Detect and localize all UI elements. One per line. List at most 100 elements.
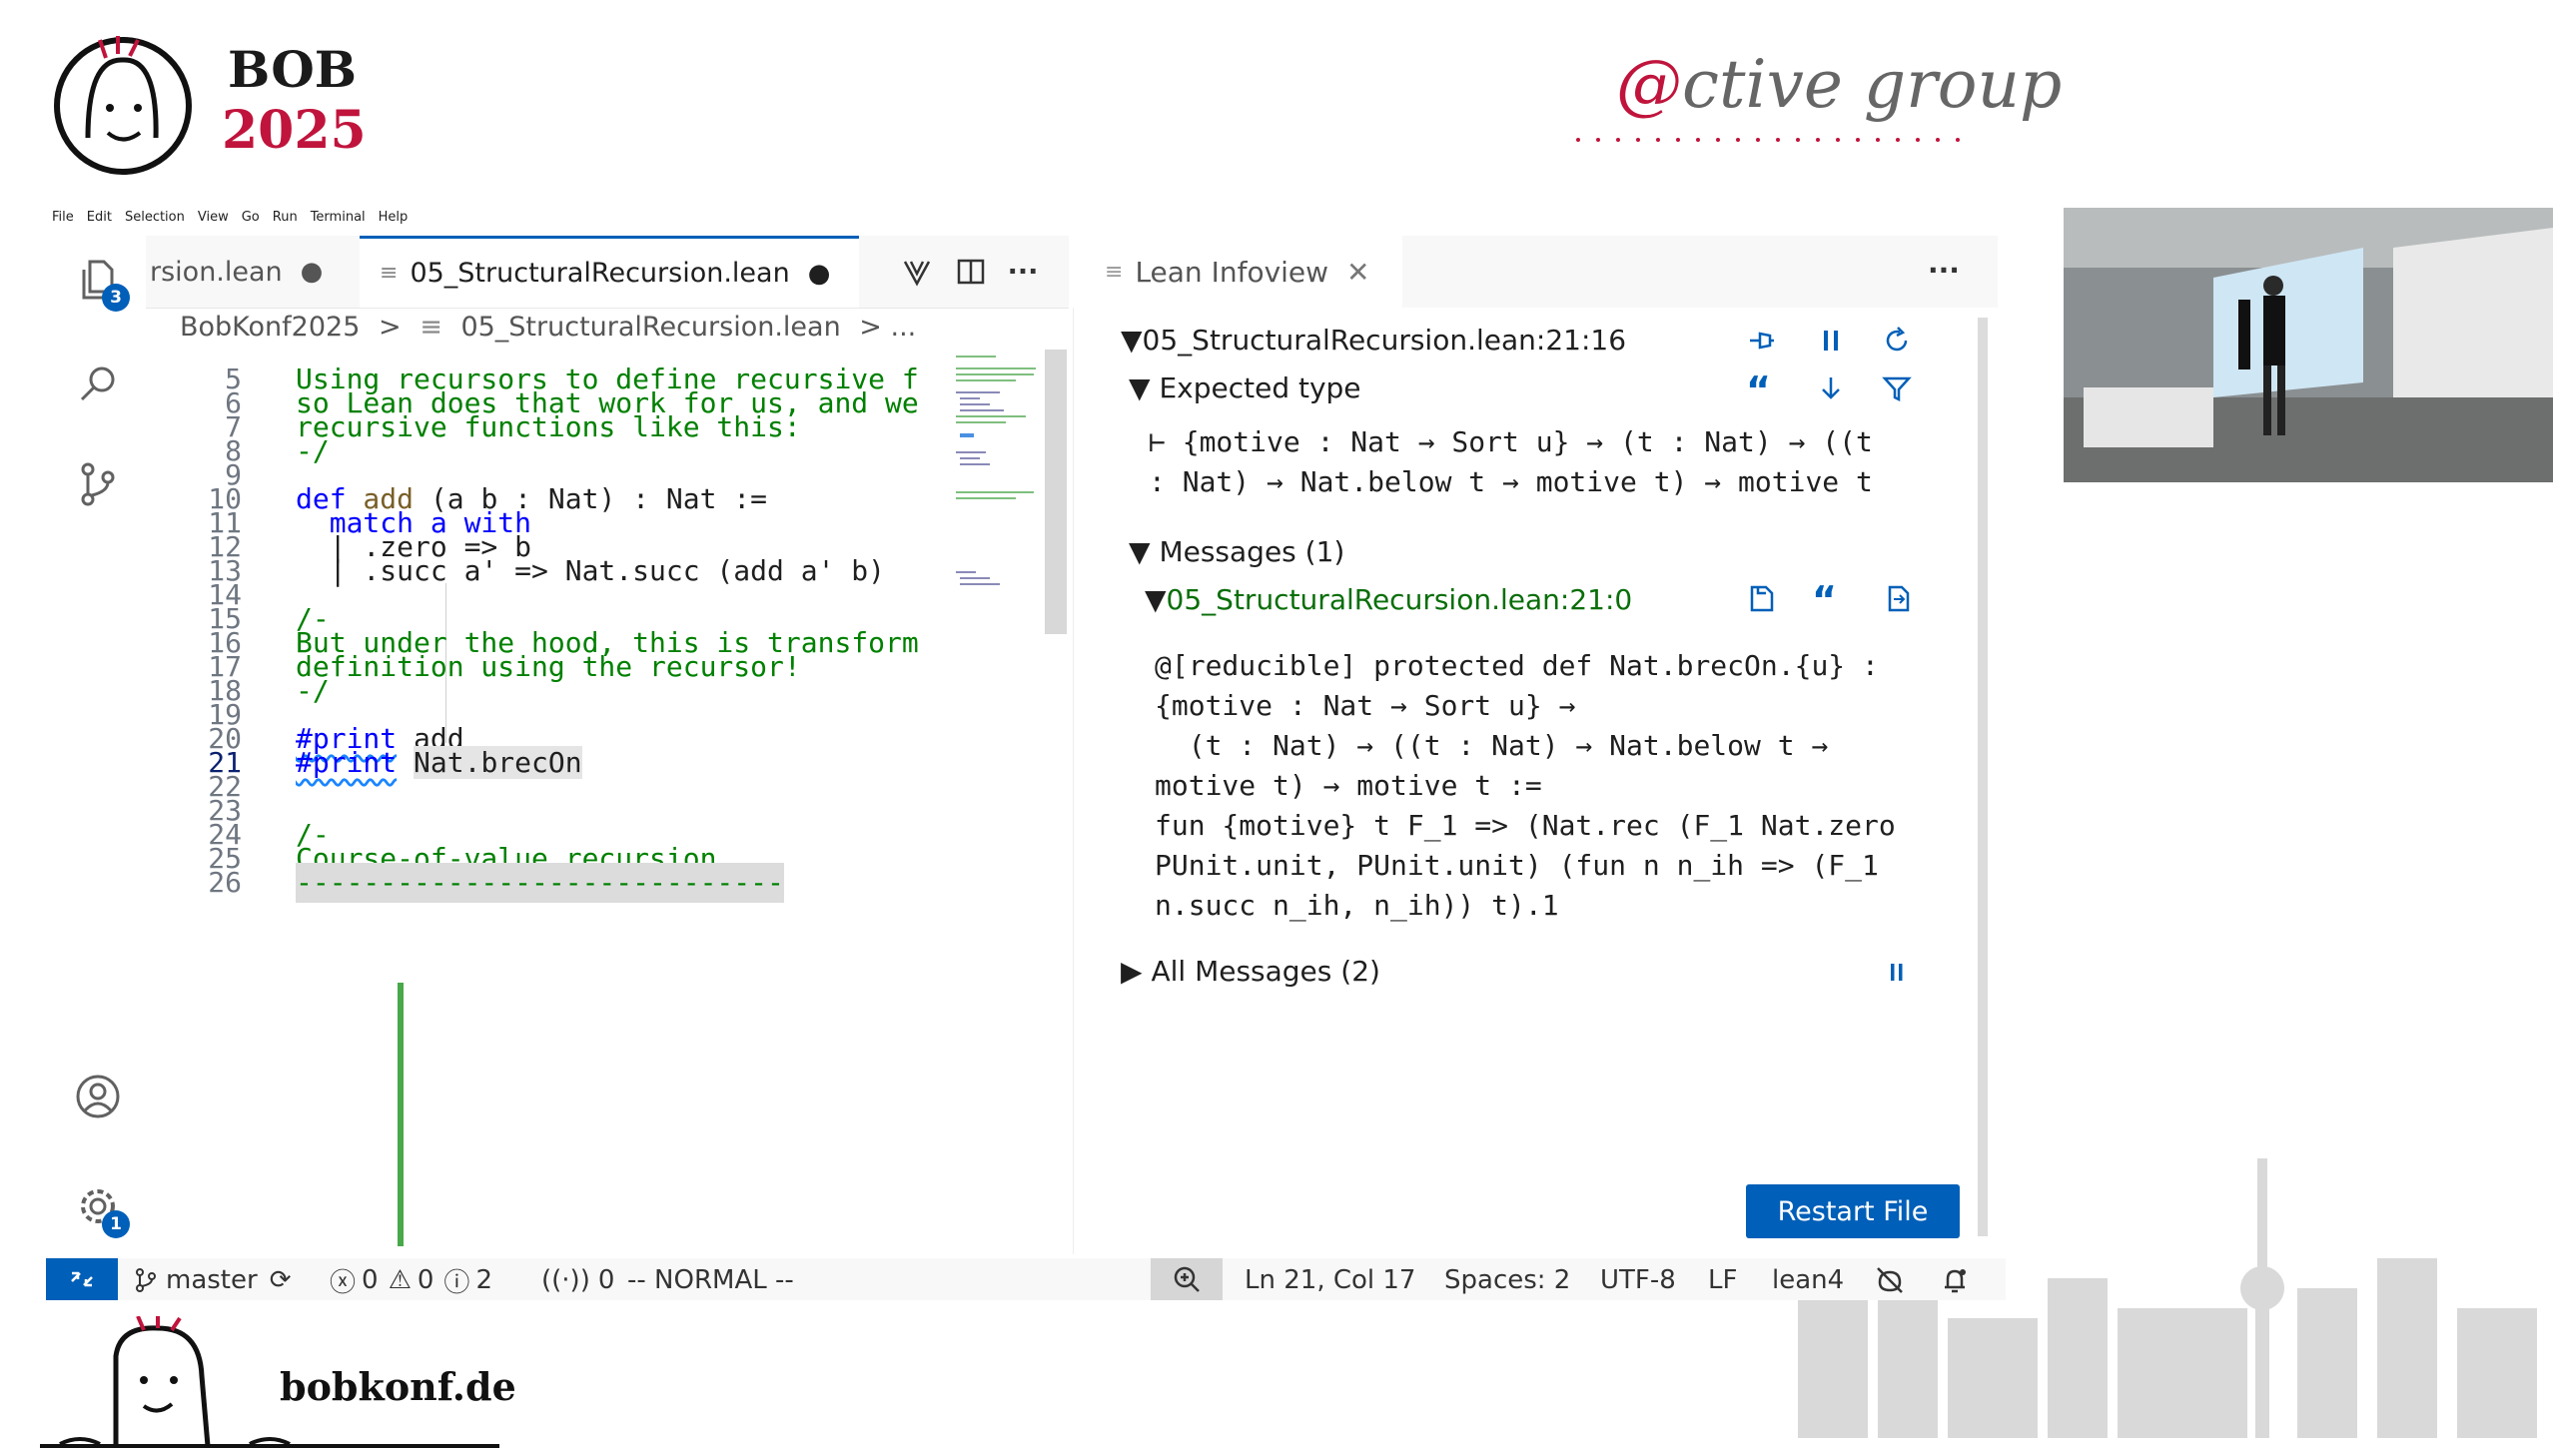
breadcrumb-file[interactable]: 05_StructuralRecursion.lean [460,312,840,343]
restart-file-button[interactable]: Restart File [1746,1184,1960,1238]
message-body-line: {motive : Nat → Sort u} → [1155,689,1576,722]
menu-edit[interactable]: Edit [87,210,112,225]
menu-help[interactable]: Help [379,210,409,225]
broadcast-icon: ((·)) [541,1265,590,1295]
source-control-icon[interactable] [72,457,124,509]
pause-icon[interactable] [1882,957,1912,991]
branch-name: master [166,1265,258,1295]
activity-bar: 3 1 [50,236,146,1254]
tab-label: 05_StructuralRecursion.lean [410,258,790,289]
git-branch-icon [136,1268,156,1292]
lean-infoview-toggle-icon[interactable] [897,236,937,308]
menu-terminal[interactable]: Terminal [311,210,366,225]
collapse-triangle-icon: ▼ [1145,583,1167,616]
message-body-line: @[reducible] protected def Nat.brecOn.{u… [1155,649,1879,682]
pause-icon[interactable] [1816,326,1846,360]
menu-go[interactable]: Go [242,210,260,225]
vim-mode: -- NORMAL -- [627,1265,794,1295]
conference-year: 2025 [222,100,367,161]
language-mode[interactable]: lean4 [1772,1260,1844,1300]
message-body-line: (t : Nat) → ((t : Nat) → Nat.below t → [1155,729,1829,762]
unsaved-dot-icon: ● [300,257,324,287]
menu-view[interactable]: View [198,210,229,225]
minimap[interactable] [954,352,1042,641]
split-editor-icon[interactable] [951,236,991,308]
search-icon[interactable] [72,358,124,409]
infoview-tab-label: Lean Infoview [1135,255,1329,289]
encoding[interactable]: UTF-8 [1600,1260,1676,1300]
messages-header[interactable]: ▼ Messages (1) [1129,535,1344,568]
breadcrumb: BobKonf2025 > ≡ 05_StructuralRecursion.l… [180,312,917,343]
remote-indicator-icon[interactable] [46,1258,118,1300]
expected-type-header[interactable]: ▼ Expected type [1129,371,1361,404]
go-to-file-icon[interactable] [1882,583,1912,617]
tab-label: rsion.lean [150,256,283,288]
conference-name: BOB [228,40,358,99]
explorer-badge: 3 [102,284,130,312]
arrow-down-icon[interactable] [1816,373,1846,407]
breadcrumb-folder[interactable]: BobKonf2025 [180,312,360,343]
infoview-scrollbar[interactable] [1978,318,1988,1236]
menu-run[interactable]: Run [273,210,298,225]
editor-scrollbar[interactable] [1045,350,1067,634]
tab-lean-infoview[interactable]: ≡ Lean Infoview ✕ [1073,236,1402,308]
message-body-line: fun {motive} t F_1 => (Nat.rec (F_1 Nat.… [1155,809,1896,842]
files-icon[interactable]: 3 [72,254,130,312]
message-body-line: n.succ n_ih, n_ih)) t).1 [1155,889,1559,922]
info-icon: ⓘ [443,1267,470,1298]
git-branch-status[interactable]: master ⟳ [132,1260,291,1300]
settings-badge: 1 [102,1210,130,1238]
no-copilot-icon[interactable] [1874,1260,1906,1300]
infoview-more-icon[interactable]: ··· [1928,254,1960,287]
file-lines-icon: ≡ [420,312,442,343]
sync-icon[interactable]: ⟳ [270,1265,292,1295]
account-icon[interactable] [72,1071,124,1122]
pin-icon[interactable] [1746,326,1776,360]
expand-triangle-icon: ▶ [1121,955,1143,988]
editor-tab-bar: rsion.lean ● ≡ 05_StructuralRecursion.le… [146,236,1069,309]
speaker-video-image [2064,208,2553,482]
filter-icon[interactable] [1882,373,1912,407]
menu-file[interactable]: File [52,210,74,225]
code-editor[interactable]: 4 5Using recursors to define recursive f… [146,344,945,1254]
bob-mascot-logo [54,36,192,175]
notifications-bell-icon[interactable] [1940,1260,1970,1300]
expected-type-line: ⊢ {motive : Nat → Sort u} → (t : Nat) → … [1149,425,1873,458]
menu-selection[interactable]: Selection [125,210,185,225]
goal-header[interactable]: ▼05_StructuralRecursion.lean:21:16 [1121,324,1626,357]
conference-url: bobkonf.de [280,1364,516,1409]
collapse-triangle-icon: ▼ [1129,371,1151,404]
settings-gear-icon[interactable]: 1 [72,1180,130,1238]
unsaved-dot-icon: ● [807,258,831,289]
collapse-triangle-icon: ▼ [1121,324,1143,357]
problems-status[interactable]: ⓧ 0 ⚠ 0 ⓘ 2 [330,1260,492,1300]
collapse-triangle-icon: ▼ [1129,535,1151,568]
zoom-icon[interactable] [1151,1258,1223,1300]
ports-status[interactable]: ((·)) 0 [541,1260,614,1300]
tab-structural-recursion[interactable]: ≡ 05_StructuralRecursion.lean ● [360,236,859,308]
quote-icon[interactable]: “ [1812,581,1844,619]
menu-bar: File Edit Selection View Go Run Terminal Help [52,210,421,232]
message-location-link[interactable]: ▼05_StructuralRecursion.lean:21:0 [1145,583,1632,616]
line-endings[interactable]: LF [1708,1260,1737,1300]
preview-lines-icon: ≡ [1105,259,1124,285]
quote-icon[interactable]: “ [1746,371,1778,409]
tab-recursion-lean[interactable]: rsion.lean ● [146,236,346,308]
cursor-position[interactable]: Ln 21, Col 17 [1245,1260,1415,1300]
sponsor-logo-text: @ctive group [1616,46,2063,123]
file-lines-icon: ≡ [380,261,399,286]
close-icon[interactable]: ✕ [1346,256,1369,289]
message-body-line: PUnit.unit, PUnit.unit) (fun n n_ih => (… [1155,849,1879,882]
warning-icon: ⚠ [388,1265,412,1295]
expected-type-line: : Nat) → Nat.below t → motive t) → motiv… [1149,465,1873,498]
message-body-line: motive t) → motive t := [1155,769,1542,802]
more-actions-icon[interactable]: ··· [1001,236,1045,308]
indentation[interactable]: Spaces: 2 [1444,1260,1570,1300]
git-added-marker [398,983,404,1094]
copy-to-comment-icon[interactable] [1746,583,1776,617]
git-added-marker [398,1094,404,1246]
speaker-video [2064,208,2553,482]
all-messages-header[interactable]: ▶ All Messages (2) [1121,955,1380,988]
error-icon: ⓧ [330,1267,357,1298]
refresh-icon[interactable] [1882,326,1912,360]
